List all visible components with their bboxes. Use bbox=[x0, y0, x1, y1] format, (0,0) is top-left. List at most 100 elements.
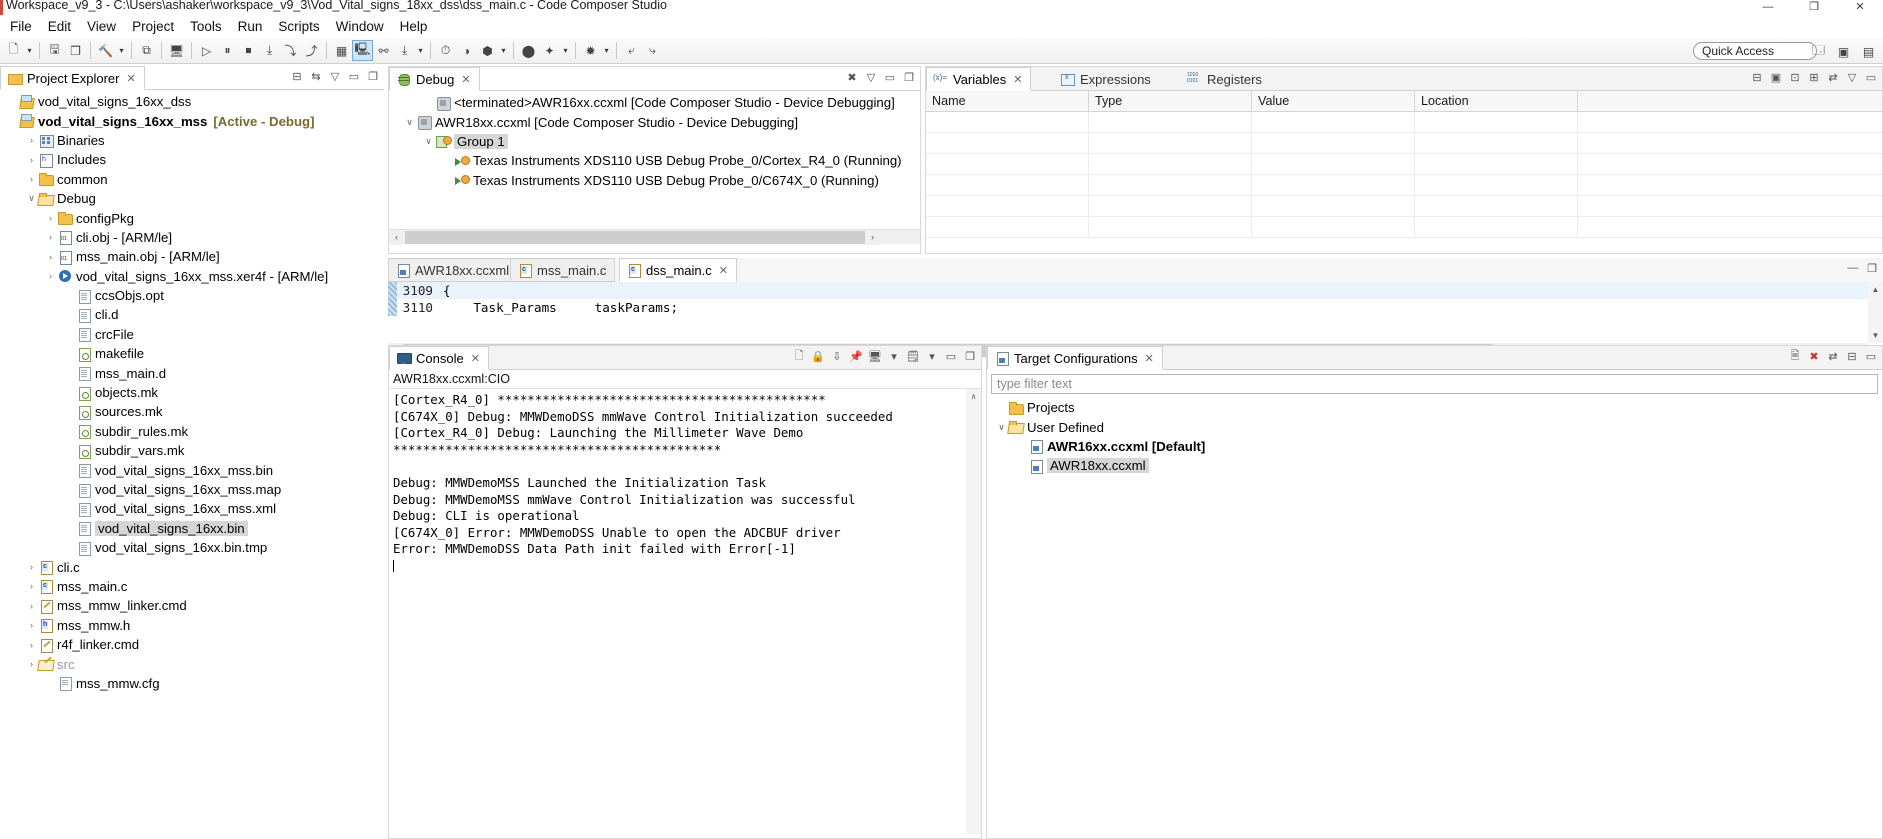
chevron-down-icon[interactable]: ∨ bbox=[25, 193, 38, 204]
tree-row[interactable]: vod_vital_signs_16xx_mss.map bbox=[0, 480, 384, 499]
debug-horizontal-scrollbar[interactable]: ‹ › bbox=[389, 229, 920, 245]
tree-row[interactable]: cli.d bbox=[0, 305, 384, 324]
chevron-down-icon[interactable]: ∨ bbox=[403, 117, 416, 128]
maximize-icon[interactable]: ❐ bbox=[1865, 261, 1879, 275]
display-console-icon[interactable]: 🖥 bbox=[868, 349, 882, 363]
menu-view[interactable]: View bbox=[79, 17, 124, 36]
add-watch-icon[interactable]: ▣ bbox=[1769, 70, 1783, 84]
tree-row[interactable]: › mss_main.c bbox=[0, 577, 384, 596]
minimize-icon[interactable]: ▭ bbox=[1864, 70, 1878, 84]
view-menu-icon[interactable]: ⊟ bbox=[1845, 349, 1859, 363]
close-icon[interactable]: ✕ bbox=[461, 73, 470, 86]
tree-row[interactable]: vod_vital_signs_16xx.bin bbox=[0, 519, 384, 538]
tree-row[interactable]: › Includes bbox=[0, 150, 384, 169]
scroll-lock-icon[interactable]: ⇩ bbox=[830, 349, 844, 363]
minimize-icon[interactable]: ▭ bbox=[883, 70, 897, 84]
tree-row[interactable]: ∨ User Defined bbox=[987, 417, 1882, 436]
remove-watch-icon[interactable]: ⊡ bbox=[1788, 70, 1802, 84]
code-editor[interactable]: 3109 {3110 Task_Params taskParams; bbox=[388, 282, 1868, 343]
variables-table-body[interactable] bbox=[926, 112, 1882, 238]
tree-row[interactable]: vod_vital_signs_16xx_mss.bin bbox=[0, 460, 384, 479]
pin-console-icon[interactable]: 📌 bbox=[849, 349, 863, 363]
tree-row[interactable]: vod_vital_signs_16xx.bin.tmp bbox=[0, 538, 384, 557]
console-output[interactable]: [Cortex_R4_0] **************************… bbox=[389, 389, 966, 834]
tree-row[interactable]: makefile bbox=[0, 344, 384, 363]
tree-row[interactable]: AWR16xx.ccxml [Default] bbox=[987, 437, 1882, 456]
save-icon[interactable]: 🖫 bbox=[44, 40, 65, 61]
chevron-right-icon[interactable]: › bbox=[25, 135, 38, 145]
menu-window[interactable]: Window bbox=[328, 17, 392, 36]
minimize-button[interactable]: — bbox=[1745, 0, 1791, 15]
tab-mss-main-c[interactable]: mss_main.c bbox=[510, 258, 616, 282]
tree-row[interactable]: › src bbox=[0, 654, 384, 673]
maximize-icon[interactable]: ❐ bbox=[963, 349, 977, 363]
menu-run[interactable]: Run bbox=[230, 17, 271, 36]
new-file-icon[interactable]: 🗋 bbox=[3, 40, 24, 61]
link-with-editor-icon[interactable]: ⇆ bbox=[309, 69, 323, 83]
chevron-right-icon[interactable]: › bbox=[44, 252, 57, 262]
step-over-icon[interactable]: ⤵ bbox=[280, 40, 301, 61]
clear-console-icon[interactable]: 🗋 bbox=[792, 349, 806, 363]
table-row[interactable] bbox=[926, 154, 1882, 175]
tree-row[interactable]: mss_main.d bbox=[0, 363, 384, 382]
memory-dropdown-icon[interactable]: ▾ bbox=[498, 40, 509, 61]
close-icon[interactable]: ✕ bbox=[126, 72, 135, 85]
menu-edit[interactable]: Edit bbox=[40, 17, 79, 36]
terminate-icon[interactable]: ⏹ bbox=[238, 40, 259, 61]
minimize-icon[interactable]: — bbox=[1846, 261, 1860, 275]
perspective-dropdown-icon[interactable]: ▾ bbox=[601, 40, 612, 61]
tree-row[interactable]: sources.mk bbox=[0, 402, 384, 421]
tree-row[interactable]: ∨ AWR18xx.ccxml [Code Composer Studio - D… bbox=[389, 112, 920, 131]
view-menu-icon[interactable]: ▽ bbox=[864, 70, 878, 84]
project-explorer-tree[interactable]: vod_vital_signs_16xx_dss vod_vital_signs_… bbox=[0, 90, 384, 693]
tree-row[interactable]: subdir_vars.mk bbox=[0, 441, 384, 460]
chevron-right-icon[interactable]: › bbox=[44, 213, 57, 223]
tab-registers[interactable]: Registers bbox=[1181, 67, 1270, 91]
lock-scroll-icon[interactable]: 🔒 bbox=[811, 349, 825, 363]
load-dropdown-icon[interactable]: ▾ bbox=[415, 40, 426, 61]
close-icon[interactable]: ✕ bbox=[719, 264, 728, 277]
tree-row[interactable]: › configPkg bbox=[0, 208, 384, 227]
tree-row[interactable]: › mss_mmw.h bbox=[0, 616, 384, 635]
scroll-up-icon[interactable]: ▲ bbox=[1868, 282, 1883, 297]
tab-dss-main-c[interactable]: dss_main.c ✕ bbox=[619, 258, 737, 282]
ccs-edit-perspective-icon[interactable]: ▣ bbox=[1833, 41, 1854, 62]
open-dropdown-icon[interactable]: ▾ bbox=[925, 349, 939, 363]
grid-icon[interactable]: ▦ bbox=[331, 40, 352, 61]
link-icon[interactable]: ⇄ bbox=[1826, 349, 1840, 363]
debug-skip-icon[interactable]: ⧉ bbox=[136, 40, 157, 61]
scroll-left-icon[interactable]: ‹ bbox=[389, 229, 404, 245]
step-into-icon[interactable]: ⤓ bbox=[259, 40, 280, 61]
tab-debug[interactable]: Debug ✕ bbox=[389, 67, 480, 91]
tree-row[interactable]: crcFile bbox=[0, 325, 384, 344]
tree-row[interactable]: objects.mk bbox=[0, 383, 384, 402]
minimize-icon[interactable]: ▭ bbox=[944, 349, 958, 363]
tab-project-explorer[interactable]: Project Explorer ✕ bbox=[0, 66, 145, 90]
terminal-icon[interactable]: 🖥 bbox=[166, 40, 187, 61]
tree-row[interactable]: vod_vital_signs_16xx_mss.xml bbox=[0, 499, 384, 518]
new-file-dropdown-icon[interactable]: ▾ bbox=[24, 40, 35, 61]
tree-row[interactable]: vod_vital_signs_16xx_dss bbox=[0, 92, 384, 111]
quick-access-input[interactable]: Quick Access bbox=[1693, 42, 1817, 60]
tree-row[interactable]: <terminated>AWR16xx.ccxml [Code Composer… bbox=[389, 93, 920, 112]
collapse-all-icon[interactable]: ⊟ bbox=[1750, 70, 1764, 84]
debug-tree[interactable]: <terminated>AWR16xx.ccxml [Code Composer… bbox=[389, 91, 920, 229]
build-dropdown-icon[interactable]: ▾ bbox=[116, 40, 127, 61]
editor-vertical-scrollbar[interactable]: ▲ ▼ bbox=[1868, 282, 1883, 343]
code-line[interactable]: 3110 Task_Params taskParams; bbox=[388, 299, 1868, 316]
scroll-thumb[interactable] bbox=[405, 230, 865, 244]
maximize-icon[interactable]: ❐ bbox=[366, 69, 380, 83]
menu-tools[interactable]: Tools bbox=[182, 17, 230, 36]
chevron-right-icon[interactable]: › bbox=[25, 601, 38, 611]
ccs-debug-perspective-icon[interactable]: ▤ bbox=[1858, 41, 1879, 62]
step-forward-icon[interactable]: ⤷ bbox=[642, 40, 663, 61]
step-return-icon[interactable]: ⤴ bbox=[301, 40, 322, 61]
run-free-icon[interactable]: ⬤ bbox=[518, 40, 539, 61]
tree-row[interactable]: › cli.obj - [ARM/le] bbox=[0, 228, 384, 247]
build-hammer-icon[interactable]: 🔨 bbox=[95, 40, 116, 61]
tab-target-configurations[interactable]: Target Configurations ✕ bbox=[987, 346, 1163, 370]
tree-row[interactable]: AWR18xx.ccxml bbox=[987, 456, 1882, 475]
chevron-right-icon[interactable]: › bbox=[25, 562, 38, 572]
view-menu-icon[interactable]: ▽ bbox=[1845, 70, 1859, 84]
chevron-down-icon[interactable]: ∨ bbox=[995, 422, 1008, 433]
